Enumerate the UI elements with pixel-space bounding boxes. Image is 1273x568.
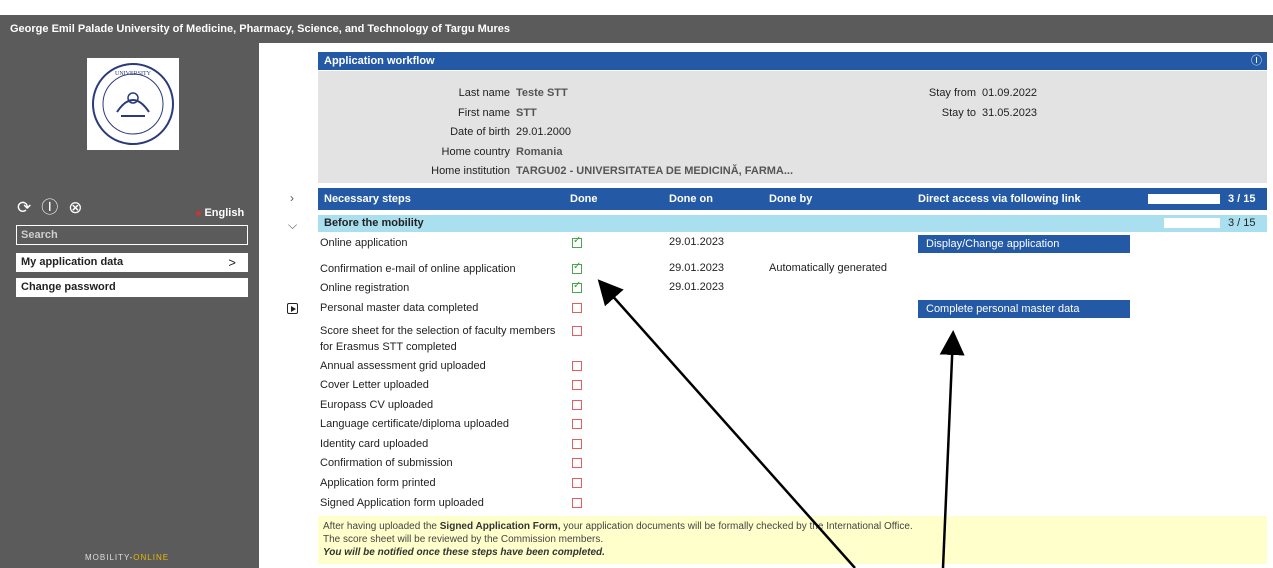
- brand-b: ONLINE: [133, 553, 170, 562]
- checkbox-unchecked-icon: [572, 478, 582, 488]
- help-icon[interactable]: Ⓘ: [41, 198, 58, 218]
- note-line1-a: After having uploaded the: [323, 521, 440, 532]
- step-label: Online application: [320, 237, 408, 249]
- brand-a: MOBILITY-: [85, 553, 134, 562]
- workflow-title: Application workflow: [324, 55, 435, 67]
- col-done-on: Done on: [669, 193, 713, 205]
- step-label: Language certificate/diploma uploaded: [320, 418, 509, 430]
- checkbox-checked-icon: [572, 280, 582, 293]
- menu-my-application-data[interactable]: My application data >: [16, 253, 248, 272]
- col-direct-link: Direct access via following link: [918, 193, 1081, 205]
- checkbox-unchecked-icon: [572, 439, 582, 449]
- step-label: Application form printed: [320, 477, 436, 489]
- note-line3: You will be notified once these steps ha…: [323, 547, 605, 558]
- menu-item-label: My application data: [21, 256, 124, 268]
- progress-fill: [1130, 194, 1148, 204]
- note-line2: The score sheet will be reviewed by the …: [323, 534, 604, 545]
- university-logo: UNIVERSITY: [87, 58, 179, 150]
- note-line1-c: your application documents will be forma…: [560, 521, 913, 532]
- checkbox-checked-icon: [572, 261, 582, 274]
- institution-label: Home institution: [431, 165, 510, 177]
- group-label: Before the mobility: [324, 217, 424, 229]
- group-progress-text: 3 / 15: [1228, 217, 1256, 229]
- checkbox-unchecked-icon: [572, 361, 582, 371]
- stay-from-value: 01.09.2022: [982, 87, 1038, 99]
- step-label: Online registration: [320, 282, 410, 294]
- stay-to-label: Stay to: [941, 107, 976, 119]
- note-line1-b: Signed Application Form,: [439, 521, 561, 532]
- sidebar-toolbar: ⟳ Ⓘ ⊗: [17, 198, 83, 218]
- menu-change-password[interactable]: Change password: [16, 278, 248, 297]
- flag-uk-icon: ■: [196, 208, 202, 218]
- step-done-by: Automatically generated: [769, 262, 888, 274]
- country-label: Home country: [441, 146, 510, 158]
- step-date: 29.01.2023: [669, 262, 725, 274]
- search-input[interactable]: [16, 225, 248, 245]
- checkbox-unchecked-icon: [572, 380, 582, 390]
- progress-fill: [1150, 218, 1164, 228]
- checkbox-unchecked-icon: [572, 303, 582, 313]
- group-progress-bar: [1150, 218, 1220, 228]
- checkbox-unchecked-icon: [572, 498, 582, 508]
- dob-value: 29.01.2000: [516, 126, 572, 138]
- collapse-chevron-icon[interactable]: ⌵: [288, 218, 297, 233]
- step-label: Cover Letter uploaded: [320, 379, 429, 391]
- sidebar: UNIVERSITY ⟳ Ⓘ ⊗ ■English My application…: [0, 43, 259, 568]
- col-done-by: Done by: [769, 193, 813, 205]
- close-icon[interactable]: ⊗: [68, 198, 82, 218]
- step-date: 29.01.2023: [669, 281, 725, 293]
- step-label: Identity card uploaded: [320, 438, 429, 450]
- applicant-info: Last name Teste STT First name STT Date of…: [318, 71, 1267, 183]
- country-value: Romania: [516, 146, 563, 158]
- institution-value: TARGU02 - UNIVERSITATEA DE MEDICINĂ, FAR…: [516, 165, 794, 177]
- steps-table-header: Necessary steps Done Done on Done by Dir…: [318, 188, 1267, 210]
- checkbox-unchecked-icon: [572, 458, 582, 468]
- language-label: English: [204, 207, 245, 219]
- overall-progress-text: 3 / 15: [1228, 193, 1256, 205]
- step-label: Confirmation of submission: [320, 457, 453, 469]
- step-label: Score sheet for the selection of faculty…: [320, 325, 556, 353]
- language-selector[interactable]: ■ English: [196, 207, 244, 219]
- play-icon[interactable]: [287, 303, 298, 314]
- checkbox-unchecked-icon: [572, 419, 582, 429]
- step-date: 29.01.2023: [669, 236, 725, 248]
- mobility-online-logo: MOBILITY-ONLINE: [85, 553, 169, 562]
- logo-text: UNIVERSITY: [115, 71, 152, 77]
- dob-label: Date of birth: [450, 126, 510, 138]
- expand-chevron-icon[interactable]: ›: [290, 191, 294, 205]
- checkbox-checked-icon: [572, 235, 582, 248]
- step-label: Signed Application form uploaded: [320, 497, 484, 509]
- overall-progress-bar: [1130, 194, 1220, 204]
- university-title: George Emil Palade University of Medicin…: [0, 15, 1273, 43]
- step-label: Confirmation e-mail of online applicatio…: [320, 263, 516, 275]
- step-link-button[interactable]: Complete personal master data: [918, 300, 1130, 318]
- step-label: Annual assessment grid uploaded: [320, 360, 486, 372]
- info-note: After having uploaded the Signed Applica…: [318, 516, 1267, 564]
- step-label: Europass CV uploaded: [320, 399, 434, 411]
- workflow-header: Application workflow Ⓘ: [318, 52, 1267, 70]
- chevron-right-icon: >: [228, 255, 236, 270]
- col-necessary-steps: Necessary steps: [324, 193, 411, 205]
- col-done: Done: [570, 193, 598, 205]
- help-icon[interactable]: Ⓘ: [1251, 52, 1262, 70]
- checkbox-unchecked-icon: [572, 400, 582, 410]
- menu-item-label: Change password: [21, 281, 116, 293]
- step-label: Personal master data completed: [320, 302, 479, 314]
- step-link-button[interactable]: Display/Change application: [918, 235, 1130, 253]
- refresh-icon[interactable]: ⟳: [17, 198, 31, 218]
- group-before-mobility[interactable]: Before the mobility 3 / 15: [318, 215, 1267, 232]
- checkbox-unchecked-icon: [572, 326, 582, 336]
- stay-from-label: Stay from: [928, 87, 976, 99]
- stay-to-value: 31.05.2023: [982, 107, 1038, 119]
